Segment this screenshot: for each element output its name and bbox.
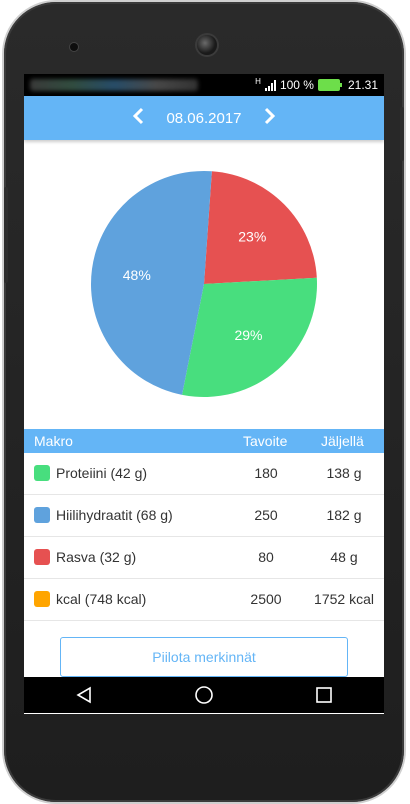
app-screen: H 100 % 21.31 08.06.2017 23% 29% 48% Makro…	[24, 74, 384, 714]
chevron-right-icon[interactable]	[242, 107, 298, 129]
table-row: Rasva (32 g) 80 48 g	[24, 537, 384, 579]
pie-slice-label: 48%	[123, 267, 151, 283]
signal-icon	[264, 79, 276, 91]
row-target: 2500	[250, 591, 282, 607]
table-header: Makro Tavoite Jäljellä	[24, 429, 384, 453]
table-row: Hiilihydraatit (68 g) 250 182 g	[24, 495, 384, 537]
date-header: 08.06.2017	[24, 96, 384, 140]
clock: 21.31	[347, 78, 378, 92]
color-swatch	[34, 465, 50, 481]
back-triangle-icon[interactable]	[64, 680, 104, 710]
row-target: 80	[258, 549, 274, 565]
row-label: Rasva (32 g)	[56, 549, 137, 565]
home-circle-icon[interactable]	[184, 680, 224, 710]
status-right: H 100 % 21.31	[255, 76, 378, 93]
row-remaining: 138 g	[326, 465, 362, 481]
status-bar: H 100 % 21.31	[24, 74, 384, 96]
chevron-left-icon[interactable]	[110, 107, 166, 129]
macro-table: Proteiini (42 g) 180 138 g Hiilihydraati…	[24, 453, 384, 621]
color-swatch	[34, 549, 50, 565]
current-date: 08.06.2017	[166, 109, 242, 127]
front-camera	[197, 35, 217, 55]
col-macro: Makro	[34, 433, 73, 449]
battery-icon	[317, 79, 342, 91]
sensor-dot	[70, 43, 78, 51]
android-nav-bar	[24, 677, 384, 713]
row-label: Hiilihydraatit (68 g)	[56, 507, 173, 523]
pie-slice-label: 23%	[238, 228, 266, 244]
row-remaining: 1752 kcal	[314, 591, 374, 607]
hide-entries-button[interactable]: Piilota merkinnät	[60, 637, 348, 677]
volume-button	[4, 187, 8, 283]
col-target: Tavoite	[243, 433, 288, 449]
row-target: 250	[254, 507, 278, 523]
color-swatch	[34, 507, 50, 523]
network-type: H	[255, 76, 261, 86]
recents-square-icon[interactable]	[304, 680, 344, 710]
power-button	[400, 107, 404, 161]
macro-pie-chart: 23% 29% 48%	[24, 164, 384, 404]
notification-icons-blurred	[30, 79, 198, 91]
row-label: Proteiini (42 g)	[56, 465, 148, 481]
row-target: 180	[254, 465, 278, 481]
row-remaining: 182 g	[326, 507, 362, 523]
table-row: Proteiini (42 g) 180 138 g	[24, 453, 384, 495]
table-row: kcal (748 kcal) 2500 1752 kcal	[24, 579, 384, 621]
row-label: kcal (748 kcal)	[56, 591, 147, 607]
col-remaining: Jäljellä	[321, 433, 364, 449]
battery-percent: 100 %	[279, 78, 314, 92]
pie-slice-label: 29%	[234, 327, 262, 343]
color-swatch	[34, 591, 50, 607]
row-remaining: 48 g	[330, 549, 358, 565]
